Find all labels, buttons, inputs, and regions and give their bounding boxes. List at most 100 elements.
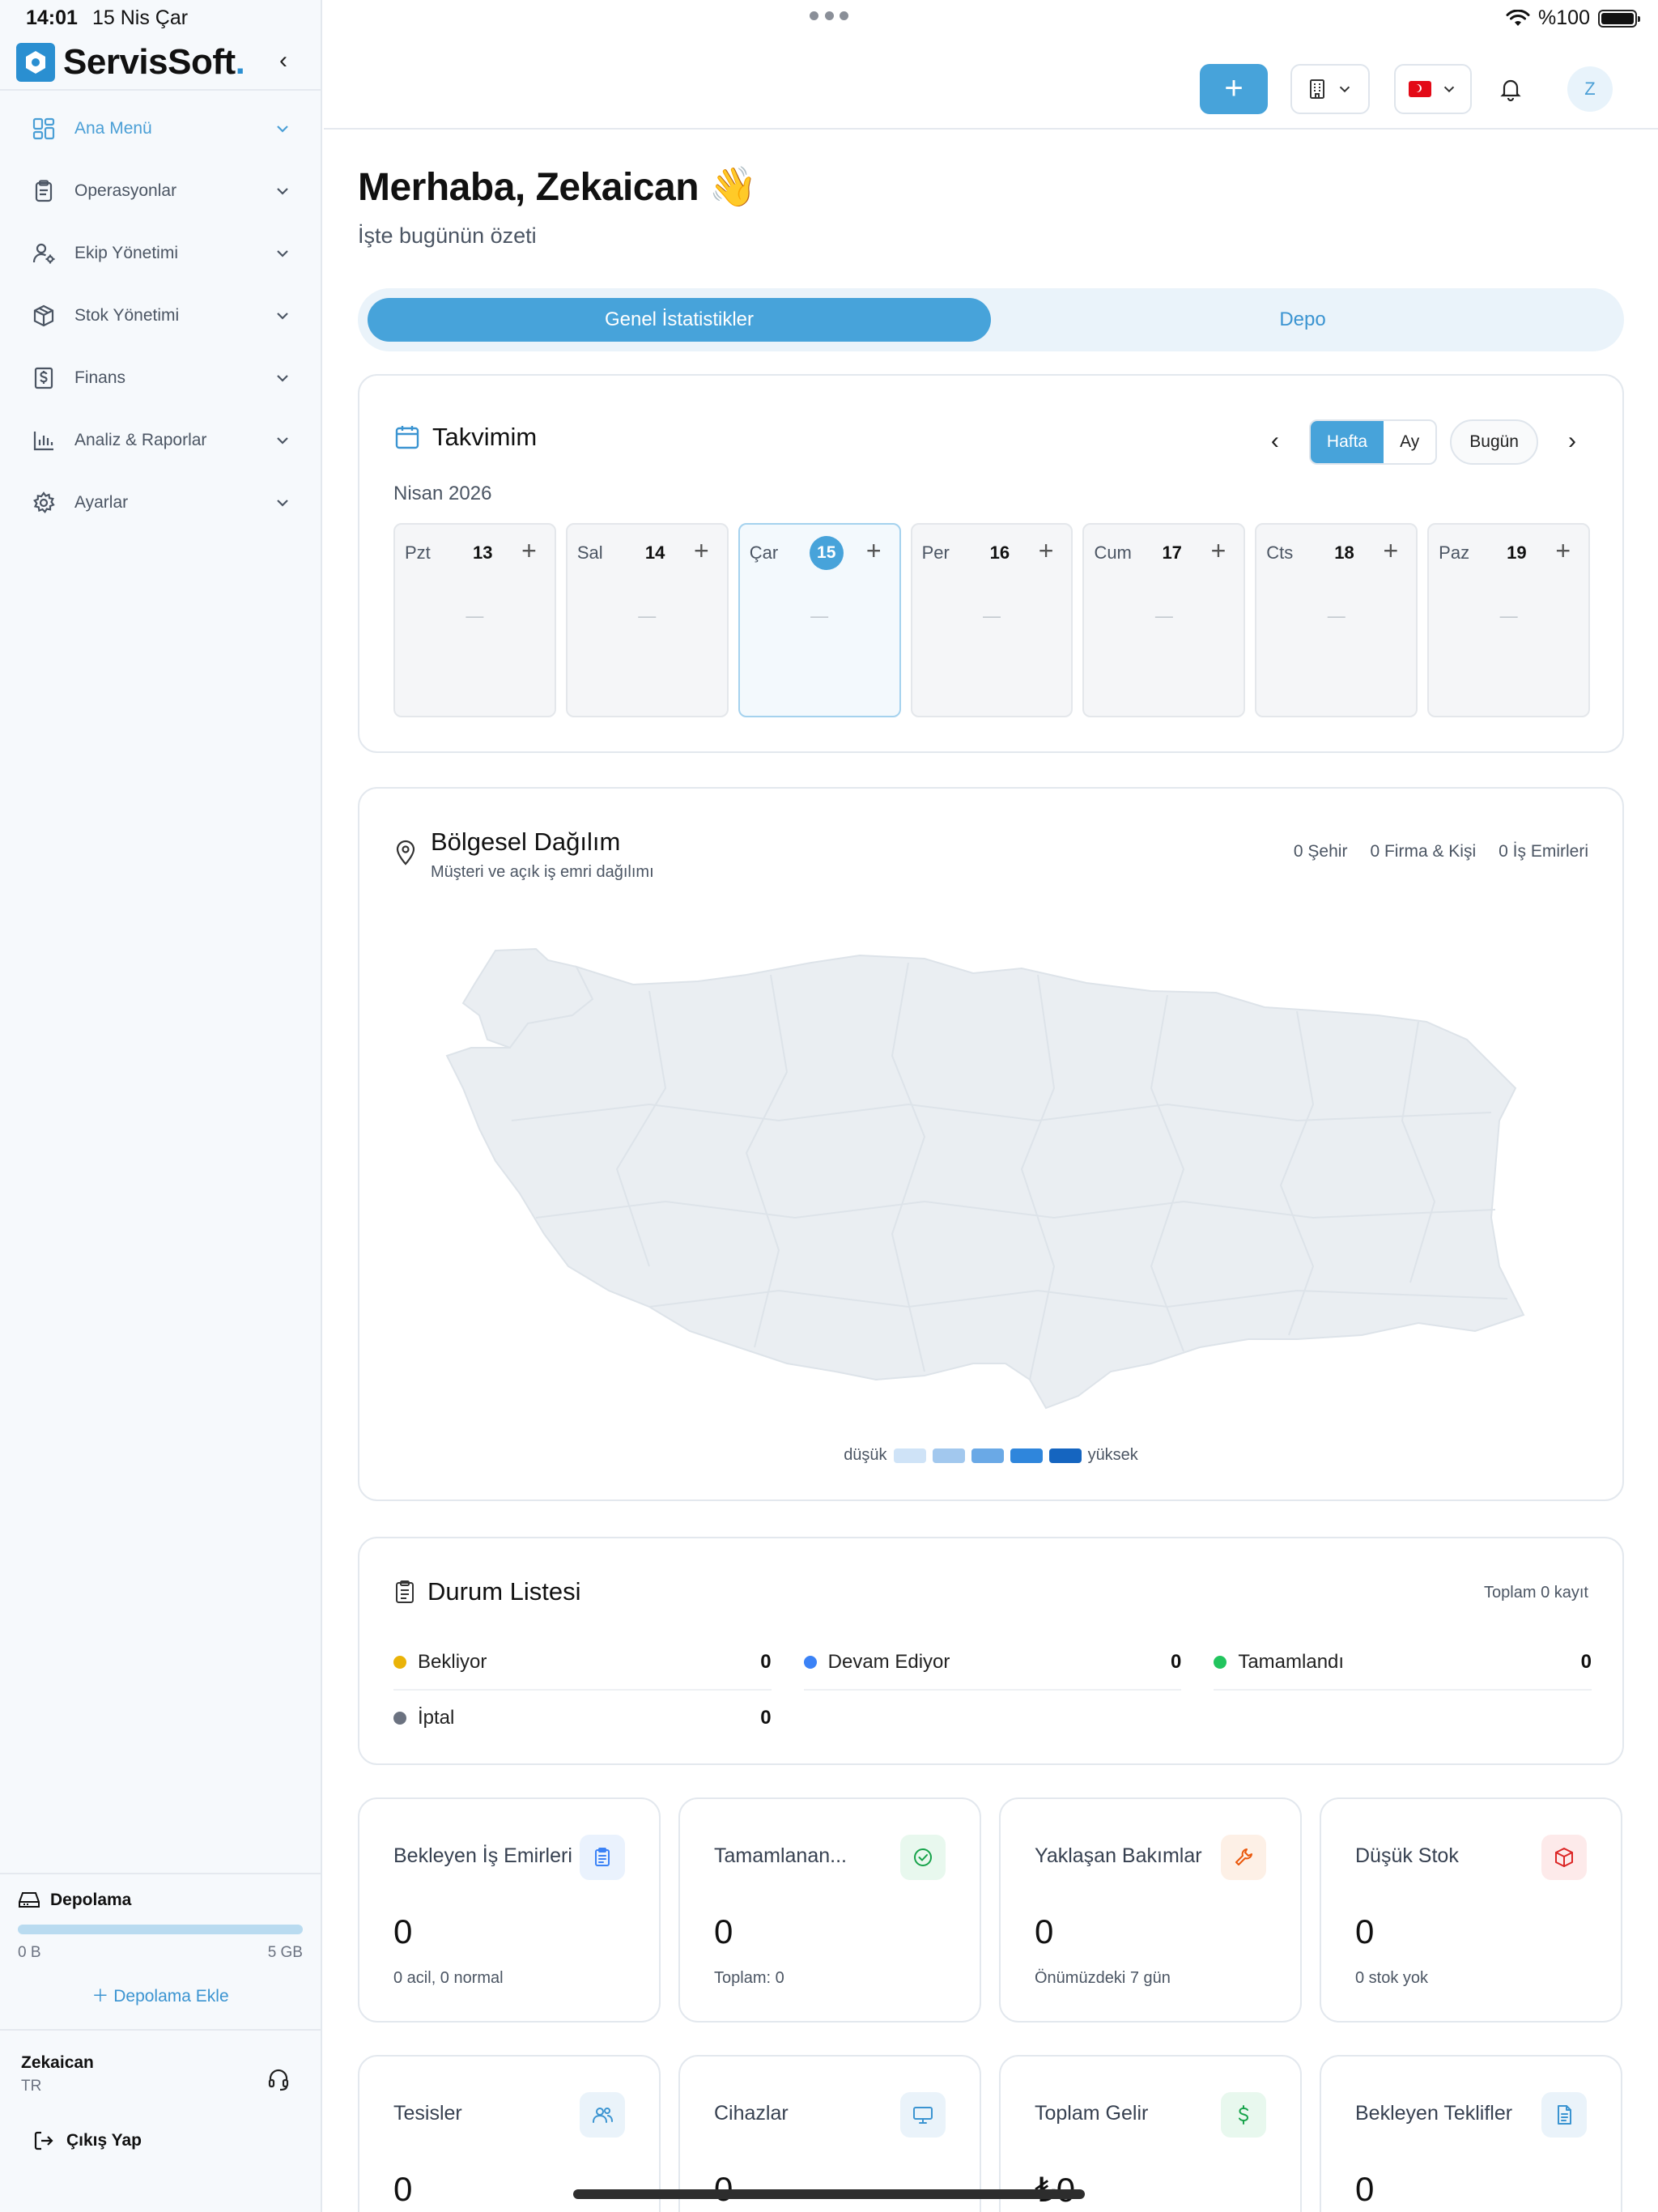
turkey-map[interactable] [406,926,1579,1412]
branch-selector[interactable] [1290,64,1370,114]
plus-icon[interactable]: + [1555,536,1571,566]
kpi-card[interactable]: Bekleyen İş Emirleri 0 0 acil, 0 normal [358,1797,661,2023]
status-value: 0 [760,1707,772,1729]
map-stats: 0 Şehir 0 Firma & Kişi 0 İş Emirleri [1294,842,1588,861]
status-row[interactable]: Tamamlandı 0 [1214,1636,1592,1691]
status-date: 15 Nis Çar [92,6,189,29]
plus-icon: ＋ [91,1987,114,2006]
kpi-value: 0 [1355,1912,1375,1950]
chevron-down-icon [277,499,288,507]
status-name: Tamamlandı [1238,1651,1345,1673]
kpi-value: 0 [714,1912,733,1950]
map-region-anatolia[interactable] [445,954,1525,1410]
plus-icon[interactable]: + [694,536,709,566]
quick-add-button[interactable]: + [1200,64,1268,114]
day-empty-state: — [638,606,657,626]
calendar-day-per[interactable]: Per 16 + — [910,523,1073,717]
status-bar: 14:01 15 Nis Çar %100 [0,0,1658,37]
sidebar-item-label: Stok Yönetimi [74,305,180,325]
legend-swatch [932,1448,965,1463]
chevron-down-icon [277,125,288,133]
map-header: Bölgesel Dağılım Müşteri ve açık iş emri… [393,827,654,882]
status-row[interactable]: Devam Ediyor 0 [803,1636,1182,1691]
kpi-card[interactable]: Bekleyen Teklifler 0 [1320,2055,1622,2212]
collapse-sidebar-button[interactable]: ‹ [272,49,295,73]
calendar-card: Takvimim Nisan 2026 ‹ Hafta Ay Bugün › P… [358,374,1624,753]
kpi-subtext: 0 stok yok [1355,1969,1429,1987]
tab-depo[interactable]: Depo [991,298,1614,342]
today-button[interactable]: Bugün [1450,419,1538,465]
sidebar-item-ekip-yonetimi[interactable]: Ekip Yönetimi [0,222,321,284]
plus-icon[interactable]: + [1211,536,1226,566]
status-list-title: Durum Listesi [393,1577,581,1606]
calendar-week: Pzt 13 + — Sal 14 + — Çar 15 + — Per 16 + — Cum 17 + — Cts 18… [393,523,1591,717]
status-name: Devam Ediyor [827,1651,950,1673]
plus-icon[interactable]: + [1383,536,1398,566]
sidebar-item-stok-yonetimi[interactable]: Stok Yönetimi [0,284,321,347]
plus-icon[interactable]: + [521,536,537,566]
kpi-card[interactable]: Tamamlanan... 0 Toplam: 0 [678,1797,981,2023]
kpi-card[interactable]: Düşük Stok 0 0 stok yok [1320,1797,1622,2023]
chevron-right-icon[interactable]: › [1556,426,1588,458]
chevron-down-icon [277,249,288,257]
calendar-day-pzt[interactable]: Pzt 13 + — [393,523,556,717]
day-number: 17 [1162,542,1182,563]
status-list-grid: Bekliyor 0 Devam Ediyor 0 Tamamlandı 0 İptal 0 [393,1636,1592,1746]
day-name: Pzt [405,542,431,563]
calendar-day-paz[interactable]: Paz 19 + — [1427,523,1591,717]
tab-genel-istatistikler[interactable]: Genel İstatistikler [368,298,991,342]
logout-button[interactable]: Çıkış Yap [32,2129,142,2152]
sidebar-item-operasyonlar[interactable]: Operasyonlar [0,160,321,222]
logout-icon [34,2131,53,2150]
status-time: 14:01 [26,6,78,29]
brand[interactable]: ServisSoft. [16,42,245,83]
day-number: 16 [989,542,1010,563]
view-month-button[interactable]: Ay [1384,421,1435,463]
chevron-left-icon[interactable]: ‹ [1259,426,1291,458]
legend-swatch [893,1448,926,1463]
user-settings-icon [29,239,58,268]
plus-icon[interactable]: + [1039,536,1054,566]
avatar[interactable]: Z [1567,66,1613,112]
status-row[interactable]: İptal 0 [393,1691,772,1746]
chevron-down-icon [277,436,288,445]
view-week-button[interactable]: Hafta [1310,421,1384,463]
calendar-month: Nisan 2026 [393,483,492,504]
headset-icon[interactable] [266,2066,291,2092]
dollar-document-icon [29,364,58,393]
top-bar: + Z [324,37,1658,130]
kpi-card[interactable]: Tesisler 0 [358,2055,661,2212]
calendar-day-sal[interactable]: Sal 14 + — [565,523,729,717]
calendar-day-cum[interactable]: Cum 17 + — [1082,523,1246,717]
chevron-down-icon [1339,86,1350,93]
sidebar-item-ayarlar[interactable]: Ayarlar [0,471,321,534]
calendar-day-cts[interactable]: Cts 18 + — [1255,523,1418,717]
multitasking-dots-icon[interactable] [810,11,848,21]
sidebar-item-ana-menu[interactable]: Ana Menü [0,97,321,160]
gear-icon [29,488,58,517]
language-selector[interactable] [1394,64,1472,114]
home-indicator[interactable] [573,2189,1085,2199]
kpi-label: Tamamlanan... [714,1844,847,1867]
monitor-icon [900,2092,946,2138]
sidebar-item-analiz-raporlar[interactable]: Analiz & Raporlar [0,409,321,471]
day-empty-state: — [1327,606,1346,626]
storage-panel: Depolama 0 B 5 GB ＋ Depolama Ekle [0,1873,321,2007]
kpi-card[interactable]: Yaklaşan Bakımlar 0 Önümüzdeki 7 gün [999,1797,1302,2023]
calendar-day-çar[interactable]: Çar 15 + — [738,523,901,717]
status-list-total: Toplam 0 kayıt [1484,1584,1588,1602]
kpi-card[interactable]: Toplam Gelir₺0 [999,2055,1302,2212]
kpi-value: 0 [393,1912,413,1950]
plus-icon[interactable]: + [866,536,882,566]
map-pin-icon [396,840,415,866]
bar-chart-icon [29,426,58,455]
status-row[interactable]: Bekliyor 0 [393,1636,772,1691]
sidebar: ServisSoft. ‹ Ana Menü Operasyonlar Ekip… [0,0,322,2212]
kpi-card[interactable]: Cihazlar0 [678,2055,981,2212]
add-storage-button[interactable]: ＋ Depolama Ekle [18,1983,303,2007]
user-block[interactable]: Zekaican TR [0,2029,321,2118]
stat-cities: 0 Şehir [1293,842,1348,861]
bell-icon[interactable] [1498,76,1524,102]
wrench-icon [1221,1835,1266,1880]
sidebar-item-finans[interactable]: Finans [0,347,321,409]
